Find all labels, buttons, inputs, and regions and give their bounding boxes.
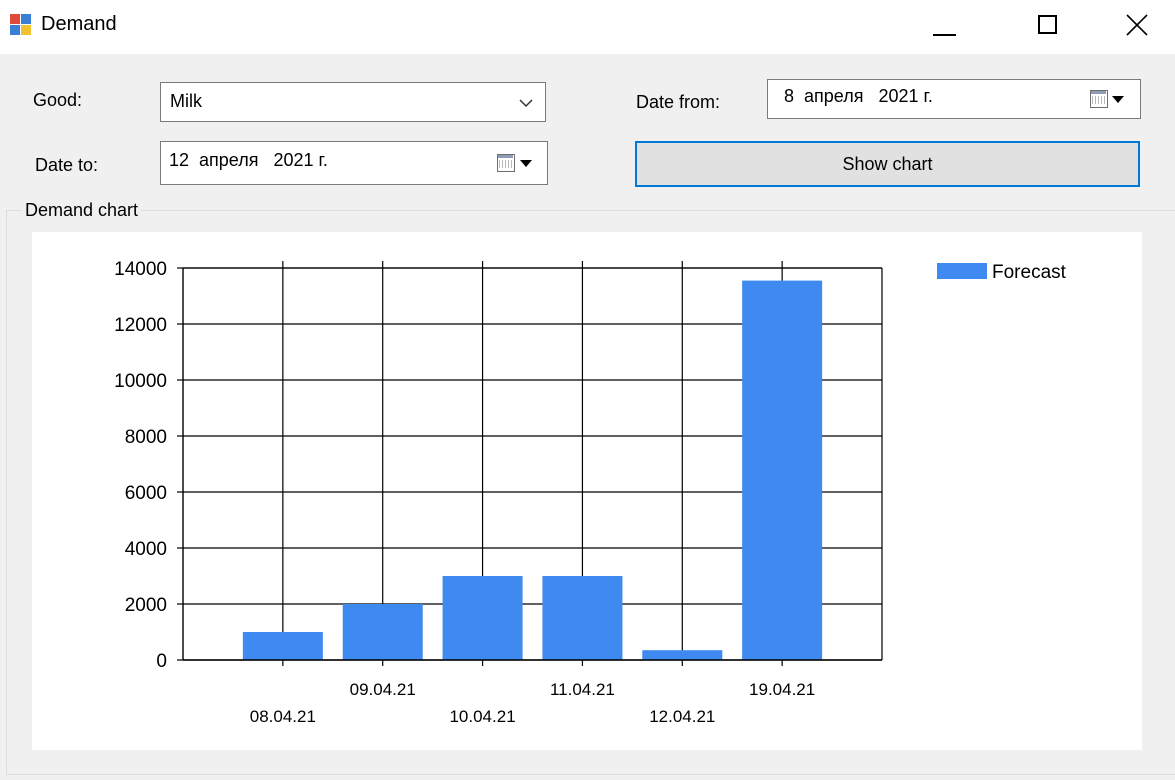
chevron-down-icon[interactable] [517, 94, 535, 112]
minimize-icon [933, 34, 956, 36]
bar [442, 576, 523, 660]
x-tick-label: 10.04.21 [449, 707, 515, 726]
y-tick-label: 12000 [114, 315, 167, 336]
bar [742, 280, 823, 660]
close-icon [1126, 14, 1148, 36]
date-from-label: Date from: [636, 92, 721, 112]
bar [642, 650, 723, 660]
maximize-button[interactable] [1016, 0, 1076, 54]
calendar-icon[interactable] [497, 154, 515, 172]
y-tick-label: 2000 [125, 595, 167, 616]
show-chart-button[interactable]: Show chart [635, 141, 1140, 187]
date-to-value: 12 апреля 2021 г. [169, 150, 328, 170]
y-tick-label: 8000 [125, 427, 167, 448]
x-tick-label: 11.04.21 [550, 680, 615, 699]
app-icon [10, 14, 32, 36]
demand-chart: 0 2000 4000 6000 8000 10000 12000 14000 08.04.21… [114, 259, 1067, 726]
y-tick-label: 10000 [114, 371, 167, 392]
date-from-picker[interactable]: 8 апреля 2021 г. [767, 79, 1141, 119]
x-tick-label: 09.04.21 [350, 680, 416, 699]
y-tick-label: 0 [156, 651, 167, 672]
date-to-picker[interactable]: 12 апреля 2021 г. [160, 141, 548, 185]
calendar-icon[interactable] [1090, 90, 1108, 108]
minimize-button[interactable] [916, 0, 976, 54]
group-title: Demand chart [22, 200, 142, 221]
x-tick-label: 08.04.21 [250, 707, 316, 726]
x-tick-label: 12.04.21 [649, 707, 715, 726]
title-bar: Demand [0, 0, 1175, 54]
chart-panel: 0 2000 4000 6000 8000 10000 12000 14000 08.04.21… [32, 232, 1142, 750]
y-tick-label: 4000 [125, 539, 167, 560]
y-tick-label: 14000 [114, 259, 167, 280]
maximize-icon [1038, 15, 1057, 34]
bar [242, 632, 323, 660]
date-to-label: Date to: [35, 155, 99, 175]
good-combobox[interactable]: Milk [160, 82, 546, 122]
legend-swatch [937, 263, 987, 279]
good-value: Milk [170, 91, 202, 111]
close-button[interactable] [1106, 0, 1166, 54]
y-tick-label: 6000 [125, 483, 167, 504]
dropdown-arrow-icon[interactable] [1112, 96, 1124, 103]
x-tick-label: 19.04.21 [749, 680, 815, 699]
bar [342, 604, 423, 660]
bar [542, 576, 623, 660]
date-from-value: 8 апреля 2021 г. [784, 86, 933, 106]
window-title: Demand [41, 13, 117, 35]
dropdown-arrow-icon[interactable] [520, 160, 532, 167]
legend-label: Forecast [992, 262, 1067, 283]
good-label: Good: [33, 90, 83, 110]
